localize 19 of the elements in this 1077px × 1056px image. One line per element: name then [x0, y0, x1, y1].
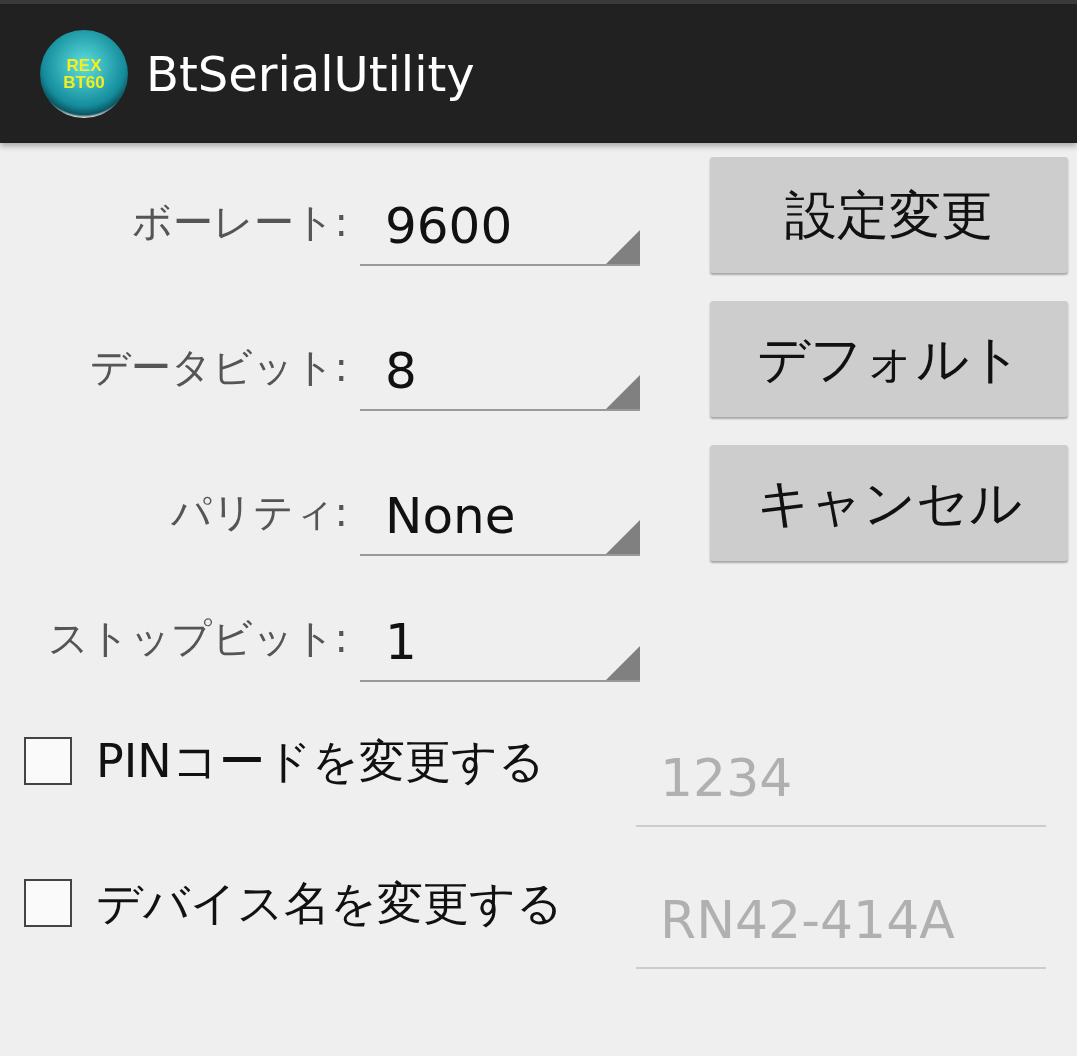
dropdown[interactable]: None	[360, 476, 640, 556]
dropdown-corner-icon	[606, 230, 640, 264]
action-button[interactable]: 設定変更	[710, 157, 1068, 273]
dropdown[interactable]: 1	[360, 602, 640, 682]
dropdown[interactable]: 9600	[360, 186, 640, 266]
action-button[interactable]: キャンセル	[710, 445, 1068, 561]
option-label: デバイス名を変更する	[96, 874, 564, 932]
dropdown-corner-icon	[606, 646, 640, 680]
app-title: BtSerialUtility	[146, 44, 475, 104]
action-button[interactable]: デフォルト	[710, 301, 1068, 417]
dropdown-corner-icon	[606, 520, 640, 554]
option-label: PINコードを変更する	[96, 732, 546, 790]
dropdown-corner-icon	[606, 375, 640, 409]
dropdown[interactable]: 8	[360, 331, 640, 411]
setting-label: ボーレート:	[130, 198, 348, 247]
setting-label: データビット:	[88, 343, 348, 392]
setting-label: ストップビット:	[46, 614, 348, 663]
setting-label: パリティ:	[169, 488, 348, 537]
app-logo: REX BT60	[40, 29, 128, 118]
